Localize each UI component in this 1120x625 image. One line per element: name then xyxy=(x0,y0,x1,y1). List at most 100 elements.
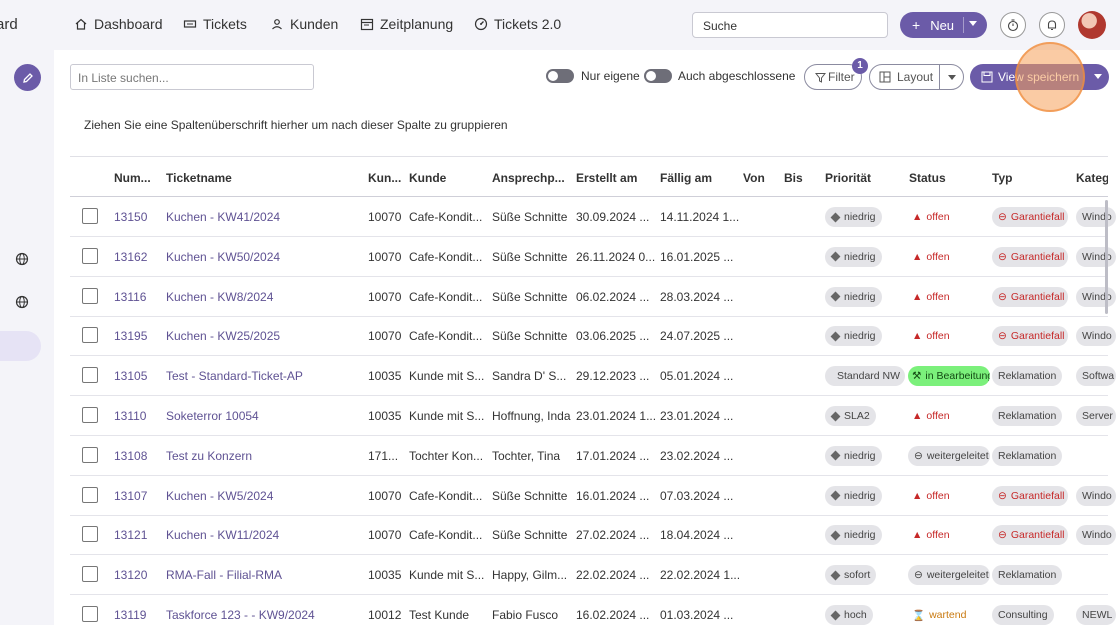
status-badge: ▲ offen xyxy=(908,207,954,227)
row-checkbox[interactable] xyxy=(82,566,98,583)
col-bis[interactable]: Bis xyxy=(784,171,820,185)
ticket-number[interactable]: 13150 xyxy=(114,210,162,224)
table-row[interactable]: 13105 Test - Standard-Ticket-AP 10035 Kunde… xyxy=(70,356,1116,397)
table-row[interactable]: 13150 Kuchen - KW41/2024 10070 Cafe-Kondit.… xyxy=(70,197,1116,237)
chevron-down-icon[interactable] xyxy=(948,75,956,80)
status-open-icon: ▲ xyxy=(912,330,923,343)
globe-icon[interactable] xyxy=(15,252,29,266)
globe-icon[interactable] xyxy=(15,295,29,309)
type-label: Consulting xyxy=(998,609,1048,621)
table-scrollbar[interactable] xyxy=(1105,200,1108,314)
edit-button[interactable] xyxy=(14,64,41,91)
col-ticketname[interactable]: Ticketname xyxy=(166,171,356,185)
row-checkbox[interactable] xyxy=(82,606,98,622)
nav-zeitplanung[interactable]: Zeitplanung xyxy=(360,16,453,32)
category-badge: Windo xyxy=(1076,286,1116,307)
col-erstellt[interactable]: Erstellt am xyxy=(576,171,654,185)
notifications-button[interactable] xyxy=(1039,12,1065,38)
ticket-number[interactable]: 13116 xyxy=(114,290,162,304)
row-checkbox[interactable] xyxy=(82,407,98,423)
type-label: Garantiefall xyxy=(1010,211,1065,223)
status-open-icon: ▲ xyxy=(912,290,923,303)
ticket-name[interactable]: Test zu Konzern xyxy=(166,449,362,463)
type-badge: Reklamation xyxy=(992,406,1063,426)
ticket-name[interactable]: Kuchen - KW11/2024 xyxy=(166,528,362,542)
col-kunde[interactable]: Kunde xyxy=(409,171,487,185)
diamond-icon xyxy=(830,291,841,302)
row-checkbox[interactable] xyxy=(82,526,98,543)
col-ansprechpartner[interactable]: Ansprechp... xyxy=(492,171,570,185)
ticket-number[interactable]: 13105 xyxy=(114,369,162,383)
col-num[interactable]: Num... xyxy=(114,171,158,185)
col-kategorie[interactable]: Kateg xyxy=(1076,171,1108,185)
priority-badge: niedrig xyxy=(825,326,882,347)
category-label: Server xyxy=(1082,410,1113,422)
forward-icon: ⊖ xyxy=(914,569,923,582)
table-row[interactable]: 13121 Kuchen - KW11/2024 10070 Cafe-Kondit.… xyxy=(70,515,1116,556)
ticket-number[interactable]: 13108 xyxy=(114,449,162,463)
list-search-input[interactable]: In Liste suchen... xyxy=(70,64,314,90)
row-checkbox[interactable] xyxy=(82,208,98,224)
nav-kunden[interactable]: Kunden xyxy=(270,16,338,32)
chevron-down-icon[interactable] xyxy=(1094,74,1102,79)
row-checkbox[interactable] xyxy=(82,327,98,344)
nav-dashboard[interactable]: Dashboard xyxy=(74,16,163,32)
status-badge: ▲ offen xyxy=(908,247,954,267)
row-checkbox[interactable] xyxy=(82,247,98,264)
global-search-input[interactable]: Suche xyxy=(692,12,888,38)
status-badge: ▲ offen xyxy=(908,486,954,506)
ticket-name[interactable]: Kuchen - KW41/2024 xyxy=(166,210,362,224)
col-faellig[interactable]: Fällig am xyxy=(660,171,738,185)
ticket-name[interactable]: Kuchen - KW25/2025 xyxy=(166,329,362,343)
ticket-number[interactable]: 13195 xyxy=(114,329,162,343)
table-row[interactable]: 13195 Kuchen - KW25/2025 10070 Cafe-Kondit.… xyxy=(70,316,1116,357)
ticket-name[interactable]: Kuchen - KW50/2024 xyxy=(166,250,362,264)
table-row[interactable]: 13116 Kuchen - KW8/2024 10070 Cafe-Kondit..… xyxy=(70,277,1116,317)
row-checkbox[interactable] xyxy=(82,486,98,503)
customer-number: 10035 xyxy=(368,568,402,583)
user-avatar[interactable] xyxy=(1078,11,1106,39)
row-checkbox[interactable] xyxy=(82,367,98,384)
new-button[interactable]: + Neu xyxy=(900,12,987,38)
ticket-number[interactable]: 13110 xyxy=(114,409,162,423)
ticket-number[interactable]: 13107 xyxy=(114,489,162,503)
ticket-number[interactable]: 13121 xyxy=(114,528,162,542)
table-row[interactable]: 13110 Soketerror 10054 10035 Kunde mit S...… xyxy=(70,396,1116,436)
layout-button[interactable]: Layout xyxy=(869,64,964,90)
toggle-own[interactable] xyxy=(546,69,574,83)
table-row[interactable]: 13120 RMA-Fall - Filial-RMA 10035 Kunde mit… xyxy=(70,555,1108,596)
table-row[interactable]: 13162 Kuchen - KW50/2024 10070 Cafe-Kondit.… xyxy=(70,237,1116,277)
ticket-name[interactable]: Taskforce 123 - - KW9/2024 xyxy=(166,608,362,622)
toggle-closed[interactable] xyxy=(644,69,672,83)
category-label: Windo xyxy=(1082,529,1112,542)
sidebar-active-item[interactable] xyxy=(0,331,41,361)
col-typ[interactable]: Typ xyxy=(992,171,1068,185)
nav-tickets[interactable]: Tickets xyxy=(183,16,247,32)
status-open-icon: ▲ xyxy=(912,410,923,422)
customer-number: 10035 xyxy=(368,409,402,423)
ticket-name[interactable]: Soketerror 10054 xyxy=(166,409,362,423)
row-checkbox[interactable] xyxy=(82,287,98,304)
col-kundennr[interactable]: Kun... xyxy=(368,171,404,185)
chevron-down-icon[interactable] xyxy=(969,21,977,26)
ticket-name[interactable]: Kuchen - KW5/2024 xyxy=(166,489,362,503)
ticket-name[interactable]: RMA-Fall - Filial-RMA xyxy=(166,568,362,582)
due-date: 28.03.2024 ... xyxy=(660,289,734,304)
col-von[interactable]: Von xyxy=(743,171,779,185)
status-open-icon: ▲ xyxy=(912,529,923,542)
ticket-number[interactable]: 13120 xyxy=(114,568,162,582)
timer-button[interactable] xyxy=(1000,12,1026,38)
customer-name: Kunde mit S... xyxy=(409,409,485,423)
table-row[interactable]: 13108 Test zu Konzern 171... Tochter Kon...… xyxy=(70,436,1108,476)
ticket-number[interactable]: 13119 xyxy=(114,608,162,622)
col-status[interactable]: Status xyxy=(909,171,985,185)
nav-tickets-2[interactable]: Tickets 2.0 xyxy=(474,16,561,32)
ticket-name[interactable]: Test - Standard-Ticket-AP xyxy=(166,369,362,383)
due-date: 23.02.2024 ... xyxy=(660,448,734,463)
table-row[interactable]: 13107 Kuchen - KW5/2024 10070 Cafe-Kondit..… xyxy=(70,476,1116,516)
ticket-name[interactable]: Kuchen - KW8/2024 xyxy=(166,290,362,304)
table-row[interactable]: 13119 Taskforce 123 - - KW9/2024 10012 Test… xyxy=(70,595,1116,625)
row-checkbox[interactable] xyxy=(82,446,98,463)
ticket-number[interactable]: 13162 xyxy=(114,250,162,264)
col-prioritaet[interactable]: Priorität xyxy=(825,171,901,185)
